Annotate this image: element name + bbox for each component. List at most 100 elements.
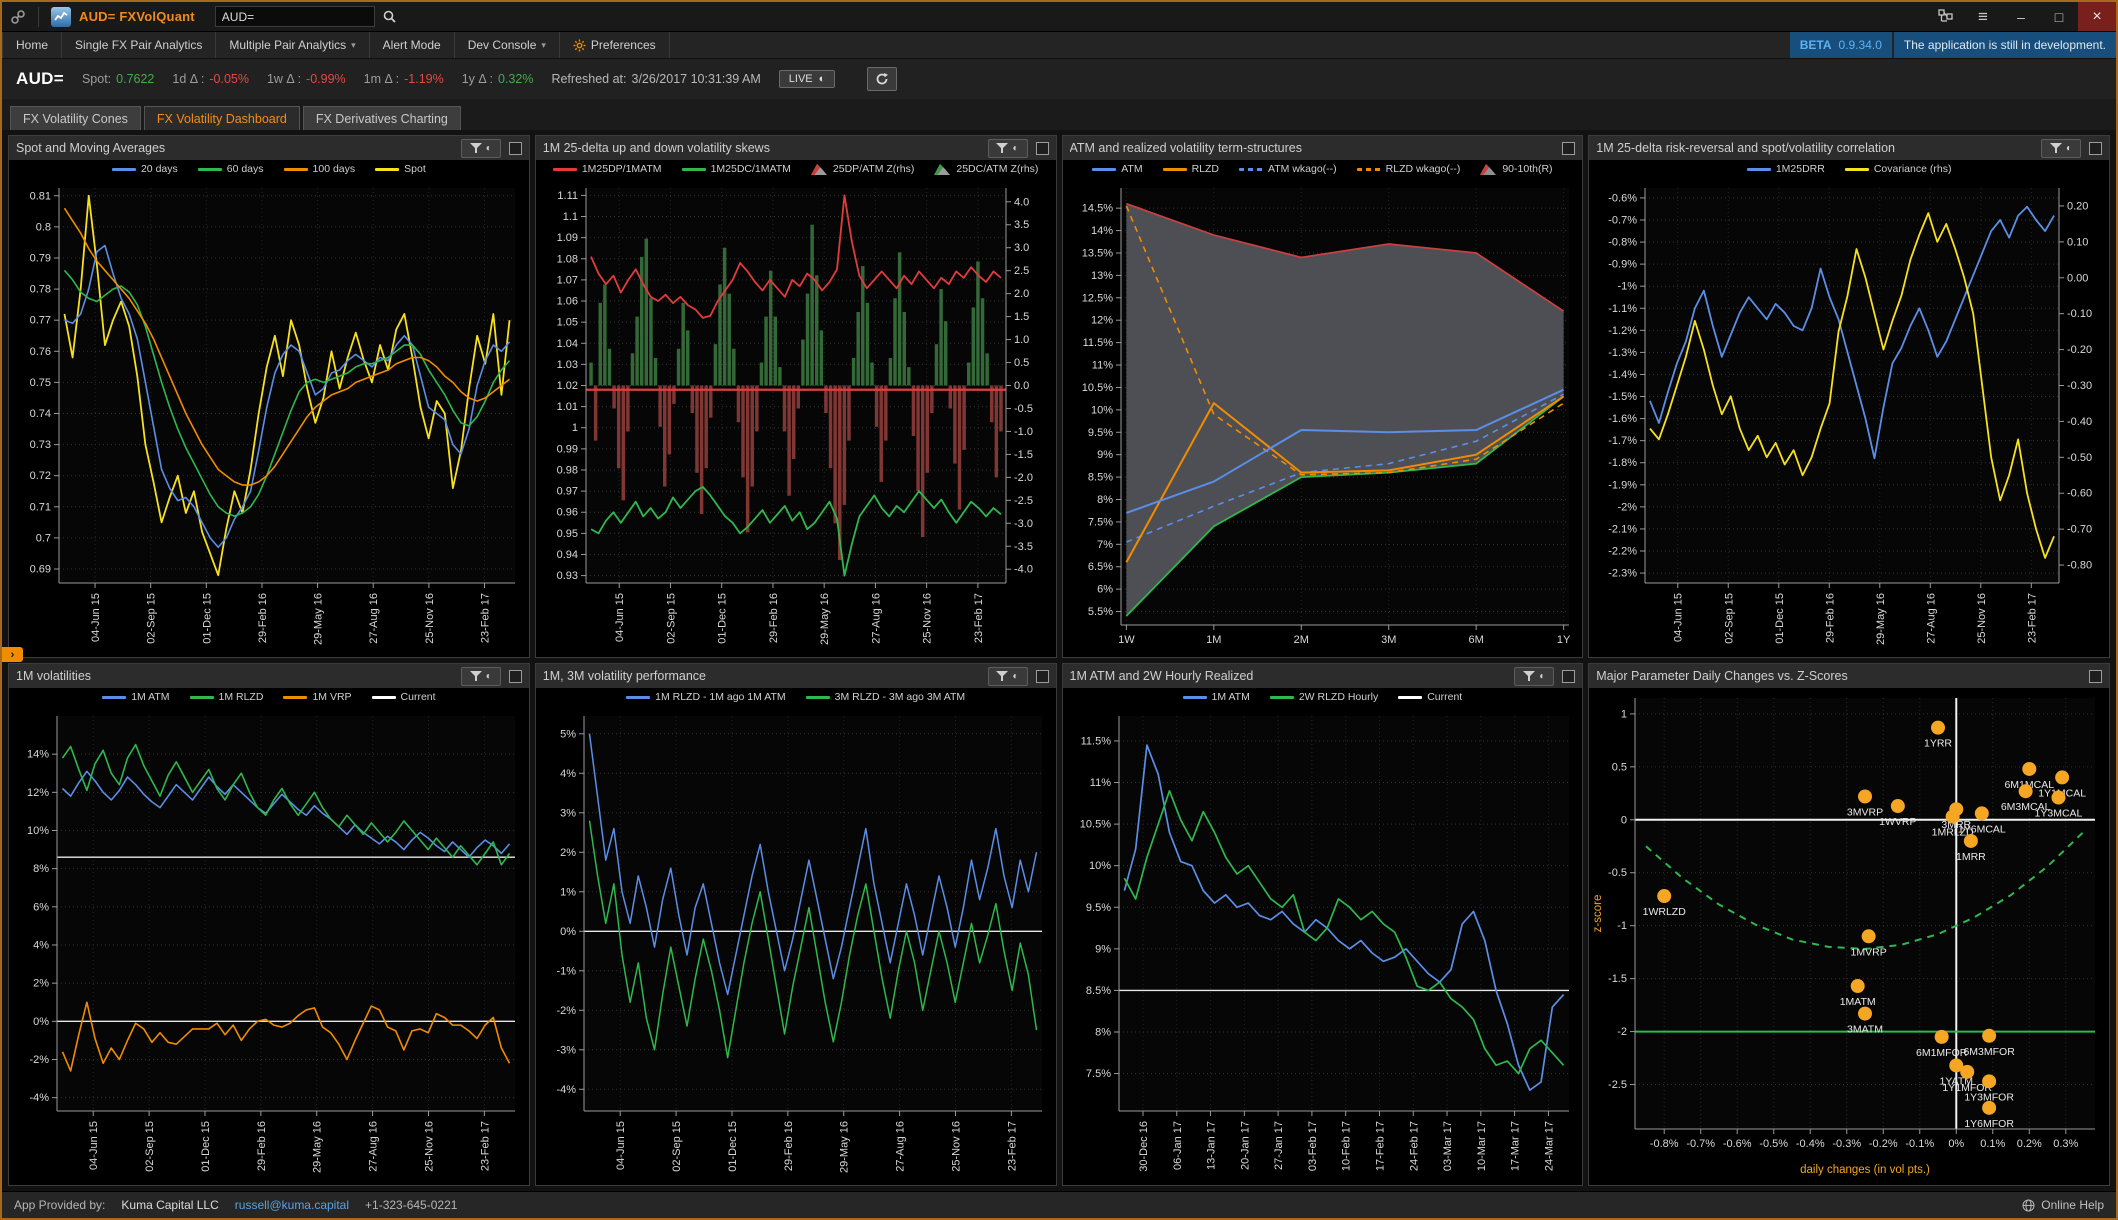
svg-text:0.2%: 0.2% [2017, 1138, 2042, 1150]
filter-button[interactable]: ◐ [461, 667, 501, 686]
svg-text:-2.1%: -2.1% [1609, 523, 1638, 535]
svg-text:9.5%: 9.5% [1087, 427, 1112, 439]
tab-fx-volatility-dashboard[interactable]: FX Volatility Dashboard [144, 106, 300, 130]
filter-button[interactable]: ◐ [1514, 667, 1554, 686]
panel-checkbox[interactable] [509, 142, 522, 155]
side-panel-handle[interactable]: › [2, 647, 23, 662]
refresh-button[interactable] [867, 67, 897, 91]
minimize-button[interactable]: – [2002, 2, 2040, 31]
legend-item: 60 days [198, 163, 264, 175]
layout-icon[interactable] [1926, 2, 1964, 31]
menu-icon[interactable]: ≡ [1964, 2, 2002, 31]
svg-text:1YRR: 1YRR [1924, 738, 1952, 750]
svg-text:-1%: -1% [1618, 281, 1638, 293]
svg-text:2.0: 2.0 [1014, 288, 1029, 300]
svg-text:1.0: 1.0 [1014, 334, 1029, 346]
line-legend-icon [1845, 168, 1869, 171]
menu-item-dev-console[interactable]: Dev Console▾ [455, 32, 560, 58]
filter-button[interactable]: ◐ [988, 667, 1028, 686]
maximize-button[interactable]: □ [2040, 2, 2078, 31]
legend-item: 25DP/ATM Z(rhs) [811, 163, 914, 175]
svg-text:0.79: 0.79 [30, 252, 51, 264]
svg-text:-0.1%: -0.1% [1906, 1138, 1935, 1150]
svg-text:8.5%: 8.5% [1085, 985, 1110, 997]
svg-text:-0.40: -0.40 [2067, 416, 2092, 428]
svg-text:-2: -2 [1617, 1026, 1627, 1038]
panel-term-structures: ATM and realized volatility term-structu… [1062, 135, 1584, 658]
close-button[interactable]: × [2078, 2, 2116, 31]
legend-item: 1M25DC/1MATM [682, 163, 791, 175]
svg-text:-1.1%: -1.1% [1609, 303, 1638, 315]
legend-item: ATM [1092, 163, 1142, 175]
svg-text:3%: 3% [560, 807, 576, 819]
live-toggle[interactable]: LIVE◐ [779, 70, 836, 88]
svg-text:29-May 16: 29-May 16 [313, 593, 325, 645]
line-legend-icon [283, 696, 307, 699]
svg-text:25-Nov 16: 25-Nov 16 [423, 1121, 435, 1172]
tab-fx-derivatives-charting[interactable]: FX Derivatives Charting [303, 106, 461, 130]
svg-text:-2%: -2% [29, 1054, 49, 1066]
search-icon[interactable] [383, 10, 401, 23]
line-legend-icon [1747, 168, 1771, 171]
svg-text:23-Feb 17: 23-Feb 17 [1006, 1121, 1018, 1171]
tab-bar: FX Volatility Cones FX Volatility Dashbo… [2, 99, 2116, 130]
chevron-down-icon: ▾ [351, 40, 356, 51]
legend-item: Current [372, 691, 436, 703]
menu-item-preferences[interactable]: Preferences [560, 32, 670, 58]
panel-checkbox[interactable] [1036, 670, 1049, 683]
panel-checkbox[interactable] [509, 670, 522, 683]
link-icon[interactable] [10, 9, 26, 25]
online-help-link[interactable]: Online Help [2041, 1198, 2104, 1212]
svg-text:04-Jun 15: 04-Jun 15 [90, 593, 102, 642]
svg-text:-1.5%: -1.5% [1609, 391, 1638, 403]
toggle-icon: ◐ [819, 73, 826, 85]
panel-checkbox[interactable] [1562, 670, 1575, 683]
line-legend-icon [112, 168, 136, 171]
svg-text:-0.8%: -0.8% [1609, 237, 1638, 249]
panel-header: 1M 25-delta up and down volatility skews… [536, 136, 1056, 160]
menu-item-multiple-pair[interactable]: Multiple Pair Analytics▾ [216, 32, 369, 58]
svg-text:-2%: -2% [556, 1005, 576, 1017]
menu-item-home[interactable]: Home [2, 32, 62, 58]
svg-text:0.99: 0.99 [556, 443, 577, 455]
funnel-icon [996, 143, 1008, 154]
svg-text:29-May 16: 29-May 16 [819, 593, 831, 645]
tab-fx-volatility-cones[interactable]: FX Volatility Cones [10, 106, 141, 130]
svg-text:5%: 5% [560, 728, 576, 740]
svg-text:29-Feb 16: 29-Feb 16 [1825, 593, 1837, 643]
legend-item: RLZD wkago(--) [1357, 163, 1461, 175]
svg-text:27-Aug 16: 27-Aug 16 [1926, 593, 1938, 644]
svg-text:9%: 9% [1097, 449, 1113, 461]
menu-item-alert-mode[interactable]: Alert Mode [370, 32, 455, 58]
svg-text:1Y: 1Y [1556, 634, 1570, 646]
svg-text:-1%: -1% [556, 965, 576, 977]
contact-email-link[interactable]: russell@kuma.capital [235, 1198, 349, 1212]
svg-text:-2%: -2% [1618, 501, 1638, 513]
svg-text:6%: 6% [33, 901, 49, 913]
menu-item-single-fx[interactable]: Single FX Pair Analytics [62, 32, 216, 58]
filter-button[interactable]: ◐ [988, 139, 1028, 158]
panel-checkbox[interactable] [2089, 670, 2102, 683]
svg-text:0.5: 0.5 [1612, 761, 1627, 773]
panel-checkbox[interactable] [1036, 142, 1049, 155]
svg-text:0%: 0% [560, 926, 576, 938]
svg-text:10.5%: 10.5% [1081, 382, 1112, 394]
symbol-search[interactable] [215, 6, 375, 27]
panel-checkbox[interactable] [2089, 142, 2102, 155]
svg-text:13-Jan 17: 13-Jan 17 [1205, 1121, 1217, 1170]
svg-text:-0.60: -0.60 [2067, 488, 2092, 500]
svg-text:14%: 14% [1090, 225, 1112, 237]
search-input[interactable] [216, 10, 383, 24]
svg-text:2.5: 2.5 [1014, 265, 1029, 277]
svg-text:25-Nov 16: 25-Nov 16 [1976, 593, 1988, 644]
svg-text:23-Feb 17: 23-Feb 17 [973, 593, 985, 643]
filter-button[interactable]: ◐ [461, 139, 501, 158]
svg-text:0.5: 0.5 [1014, 357, 1029, 369]
svg-text:0.72: 0.72 [30, 470, 51, 482]
svg-text:0.96: 0.96 [556, 507, 577, 519]
filter-button[interactable]: ◐ [2041, 139, 2081, 158]
line-legend-icon [1092, 168, 1116, 171]
area-legend-icon [811, 163, 828, 175]
svg-text:27-Aug 16: 27-Aug 16 [368, 593, 380, 644]
panel-checkbox[interactable] [1562, 142, 1575, 155]
